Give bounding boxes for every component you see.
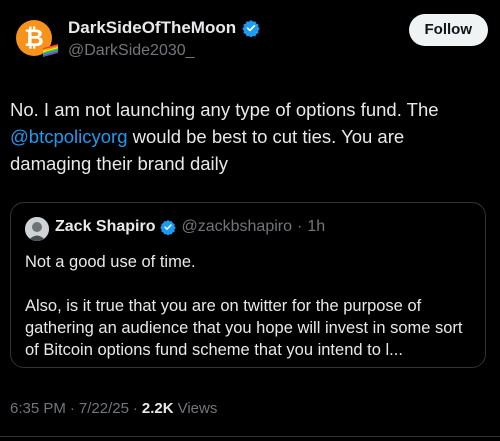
- verified-badge-icon: [160, 220, 177, 235]
- views-count: 2.2K: [141, 400, 174, 417]
- quoted-author-name: Zack Shapiro: [55, 218, 156, 235]
- follow-button[interactable]: Follow: [408, 14, 488, 46]
- tweet-text-part-1: No. I am not launching any type of optio…: [10, 99, 439, 120]
- bitcoin-logo-icon: ₿: [16, 20, 58, 57]
- tweet-time[interactable]: 6:35 PM: [10, 400, 66, 417]
- quoted-tweet-card[interactable]: Zack Shapiro @zackbshapiro · 1h Not a go…: [10, 202, 486, 368]
- author-avatar[interactable]: ₿: [14, 18, 58, 62]
- quoted-author-handle: @zackbshapiro: [181, 218, 292, 235]
- quoted-header: Zack Shapiro @zackbshapiro · 1h: [55, 218, 325, 236]
- mention-link[interactable]: @btcpolicyorg: [10, 126, 128, 147]
- views-label: Views: [177, 400, 218, 417]
- tweet-meta: 6:35 PM · 7/22/25 · 2.2K Views: [10, 400, 217, 417]
- author-display-name[interactable]: DarkSideOfTheMoon: [68, 18, 236, 38]
- author-handle[interactable]: @DarkSide2030_: [68, 42, 195, 60]
- quoted-tweet-text: Not a good use of time. Also, is it true…: [25, 253, 463, 359]
- quoted-separator: ·: [297, 218, 303, 235]
- quoted-author-avatar: [25, 217, 49, 241]
- svg-text:₿: ₿: [24, 24, 44, 52]
- person-avatar-icon: [25, 217, 49, 241]
- tweet-text: No. I am not launching any type of optio…: [10, 96, 488, 177]
- verified-badge-icon: [242, 20, 260, 37]
- quoted-timestamp: 1h: [307, 218, 326, 235]
- divider: [0, 436, 500, 437]
- meta-separator: ·: [132, 400, 138, 417]
- tweet-date[interactable]: 7/22/25: [79, 400, 129, 417]
- author-name-row: DarkSideOfTheMoon: [68, 18, 260, 38]
- meta-separator: ·: [69, 400, 75, 417]
